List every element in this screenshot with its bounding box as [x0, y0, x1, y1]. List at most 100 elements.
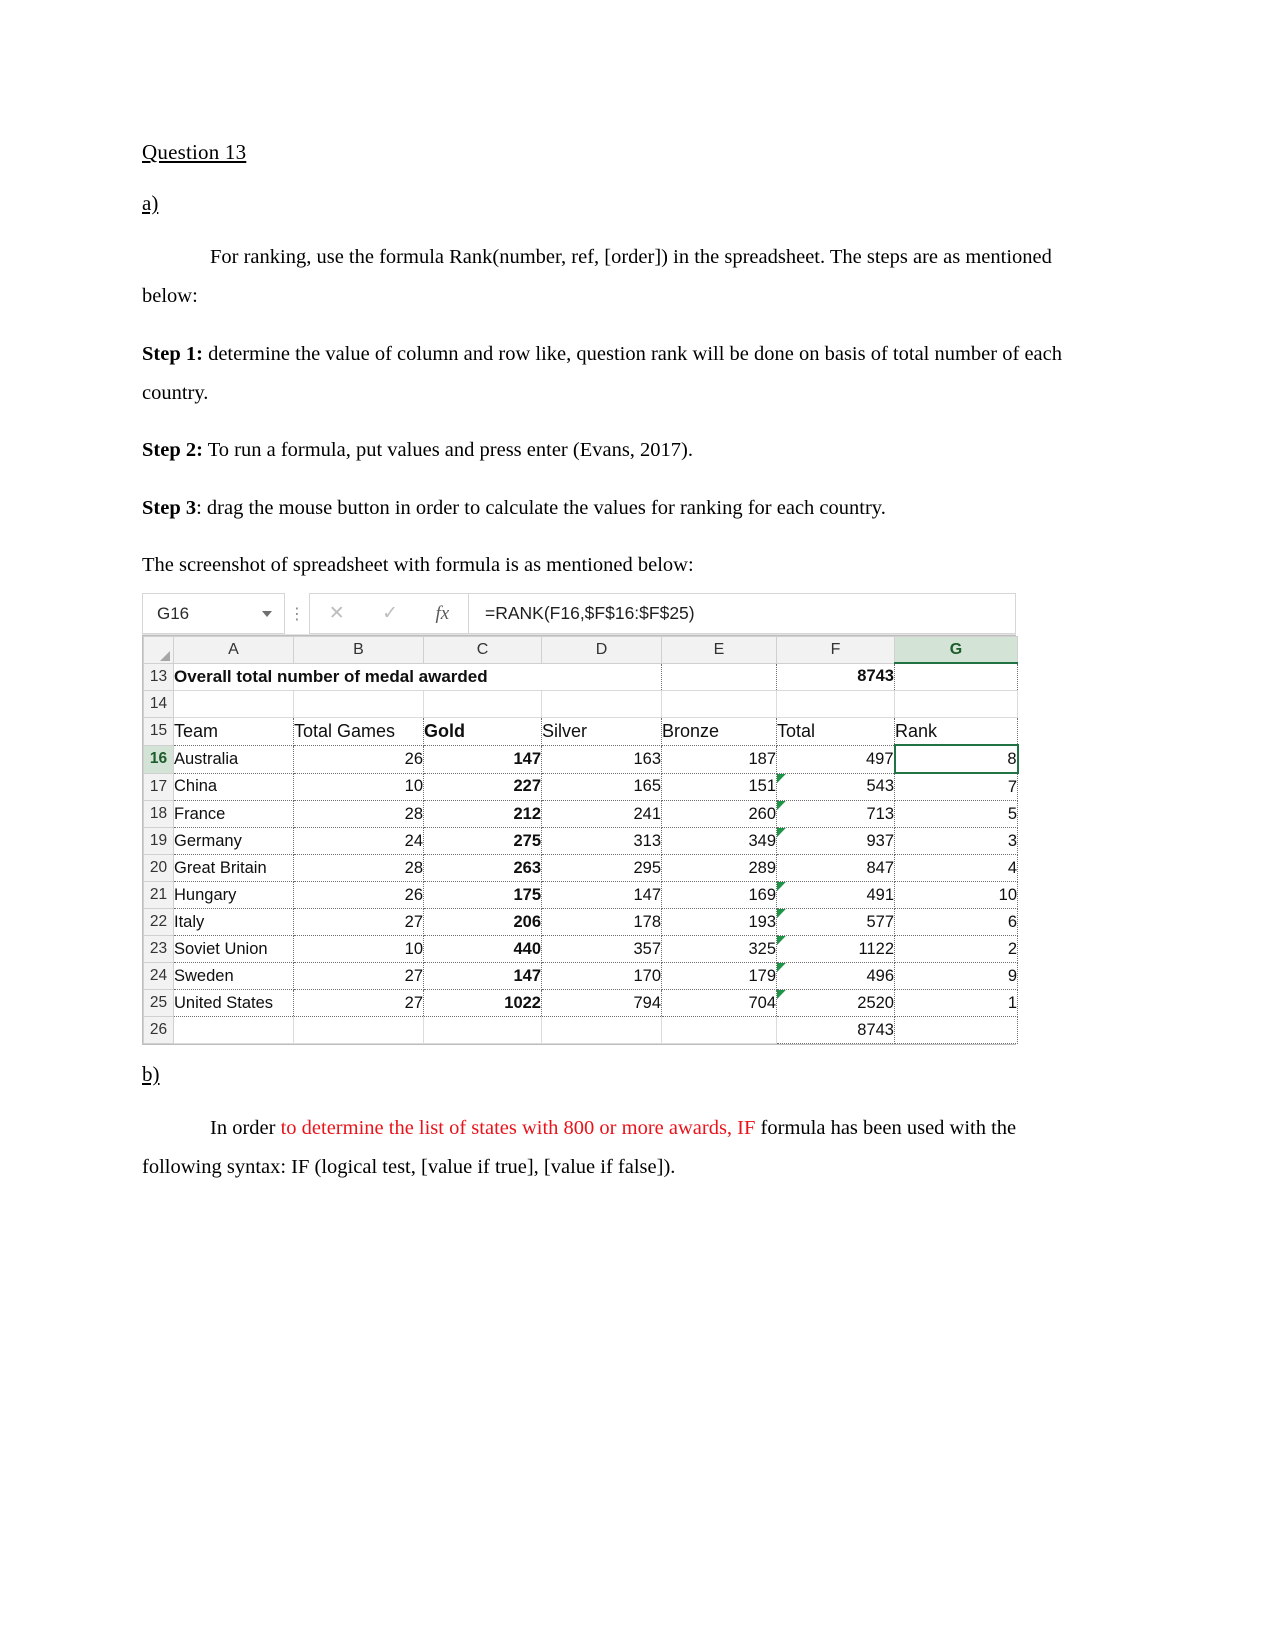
row-header-14[interactable]: 14 — [143, 690, 174, 718]
cell-g21[interactable]: 10 — [894, 881, 1018, 909]
cell-e15[interactable]: Bronze — [661, 717, 777, 746]
cell-c16[interactable]: 147 — [423, 745, 542, 774]
cell-g26[interactable] — [894, 1016, 1018, 1044]
formula-input[interactable]: =RANK(F16,$F$16:$F$25) — [469, 593, 1016, 634]
row-header-18[interactable]: 18 — [143, 800, 174, 828]
cell-e26[interactable] — [661, 1016, 777, 1044]
cell-e24[interactable]: 179 — [661, 962, 777, 990]
cell-e20[interactable]: 289 — [661, 854, 777, 882]
row-header-19[interactable]: 19 — [143, 827, 174, 855]
cell-d25[interactable]: 794 — [541, 989, 662, 1017]
cell-e18[interactable]: 260 — [661, 800, 777, 828]
cell-f22[interactable]: 577 — [776, 908, 895, 936]
cell-c21[interactable]: 175 — [423, 881, 542, 909]
chevron-down-icon[interactable] — [262, 610, 272, 617]
cell-d24[interactable]: 170 — [541, 962, 662, 990]
cell-g17[interactable]: 7 — [894, 773, 1018, 801]
cell-b22[interactable]: 27 — [293, 908, 424, 936]
cell-f18[interactable]: 713 — [776, 800, 895, 828]
cell-e16[interactable]: 187 — [661, 745, 777, 774]
cell-d19[interactable]: 313 — [541, 827, 662, 855]
row-header-15[interactable]: 15 — [143, 717, 174, 746]
cell-d17[interactable]: 165 — [541, 773, 662, 801]
cell-f17[interactable]: 543 — [776, 773, 895, 801]
cell-a23[interactable]: Soviet Union — [173, 935, 294, 963]
cell-f19[interactable]: 937 — [776, 827, 895, 855]
cell-d20[interactable]: 295 — [541, 854, 662, 882]
cell-b25[interactable]: 27 — [293, 989, 424, 1017]
cell-f26[interactable]: 8743 — [776, 1016, 895, 1044]
cell-a24[interactable]: Sweden — [173, 962, 294, 990]
cell-b16[interactable]: 26 — [293, 745, 424, 774]
cell-a15[interactable]: Team — [173, 717, 294, 746]
cell-a13[interactable]: Overall total number of medal awarded — [173, 663, 662, 691]
cell-d16[interactable]: 163 — [541, 745, 662, 774]
cell-c15[interactable]: Gold — [423, 717, 542, 746]
cell-c24[interactable]: 147 — [423, 962, 542, 990]
cell-g15[interactable]: Rank — [894, 717, 1018, 746]
cell-b23[interactable]: 10 — [293, 935, 424, 963]
cell-e22[interactable]: 193 — [661, 908, 777, 936]
formula-bar-handle[interactable]: ⋮ — [285, 593, 309, 634]
cell-g20[interactable]: 4 — [894, 854, 1018, 882]
column-header-e[interactable]: E — [661, 636, 777, 664]
cell-c18[interactable]: 212 — [423, 800, 542, 828]
cell-c14[interactable] — [423, 690, 542, 718]
cell-f23[interactable]: 1122 — [776, 935, 895, 963]
column-header-g[interactable]: G — [894, 636, 1018, 664]
cell-b15[interactable]: Total Games — [293, 717, 424, 746]
cell-d22[interactable]: 178 — [541, 908, 662, 936]
row-header-17[interactable]: 17 — [143, 772, 174, 801]
name-box[interactable]: G16 — [142, 593, 285, 634]
cell-b18[interactable]: 28 — [293, 800, 424, 828]
cell-c25[interactable]: 1022 — [423, 989, 542, 1017]
cell-a25[interactable]: United States — [173, 989, 294, 1017]
cell-g18[interactable]: 5 — [894, 800, 1018, 828]
row-header-22[interactable]: 22 — [143, 908, 174, 936]
cell-g16[interactable]: 8 — [893, 744, 1019, 774]
row-header-25[interactable]: 25 — [143, 989, 174, 1017]
row-header-21[interactable]: 21 — [143, 881, 174, 909]
column-header-d[interactable]: D — [541, 636, 662, 664]
cell-f16[interactable]: 497 — [776, 745, 895, 774]
cell-g25[interactable]: 1 — [894, 989, 1018, 1017]
cell-b14[interactable] — [293, 690, 424, 718]
cancel-icon[interactable]: ✕ — [329, 604, 345, 623]
cell-b17[interactable]: 10 — [293, 773, 424, 801]
insert-function-icon[interactable]: fx — [436, 604, 450, 623]
select-all-corner[interactable] — [143, 636, 174, 664]
cell-b26[interactable] — [293, 1016, 424, 1044]
cell-c19[interactable]: 275 — [423, 827, 542, 855]
cell-d21[interactable]: 147 — [541, 881, 662, 909]
row-header-13[interactable]: 13 — [143, 662, 174, 691]
cell-a26[interactable] — [173, 1016, 294, 1044]
cell-f21[interactable]: 491 — [776, 881, 895, 909]
cell-a17[interactable]: China — [173, 773, 294, 801]
row-header-23[interactable]: 23 — [143, 935, 174, 963]
cell-g23[interactable]: 2 — [894, 935, 1018, 963]
row-header-26[interactable]: 26 — [143, 1016, 174, 1044]
cell-d26[interactable] — [541, 1016, 662, 1044]
cell-b21[interactable]: 26 — [293, 881, 424, 909]
cell-e23[interactable]: 325 — [661, 935, 777, 963]
cell-g24[interactable]: 9 — [894, 962, 1018, 990]
cell-b19[interactable]: 24 — [293, 827, 424, 855]
cell-d23[interactable]: 357 — [541, 935, 662, 963]
cell-g22[interactable]: 6 — [894, 908, 1018, 936]
cell-f15[interactable]: Total — [776, 717, 895, 746]
cell-e25[interactable]: 704 — [661, 989, 777, 1017]
row-header-24[interactable]: 24 — [143, 962, 174, 990]
cell-c23[interactable]: 440 — [423, 935, 542, 963]
cell-f13[interactable]: 8743 — [776, 663, 895, 691]
column-header-f[interactable]: F — [776, 636, 895, 664]
row-header-20[interactable]: 20 — [143, 854, 174, 882]
cell-g14[interactable] — [894, 690, 1018, 718]
cell-e13[interactable] — [661, 663, 777, 691]
cell-f24[interactable]: 496 — [776, 962, 895, 990]
confirm-icon[interactable]: ✓ — [382, 604, 398, 623]
cell-a22[interactable]: Italy — [173, 908, 294, 936]
cell-f20[interactable]: 847 — [776, 854, 895, 882]
cell-g13[interactable] — [894, 663, 1018, 691]
column-header-b[interactable]: B — [293, 636, 424, 664]
cell-f14[interactable] — [776, 690, 895, 718]
